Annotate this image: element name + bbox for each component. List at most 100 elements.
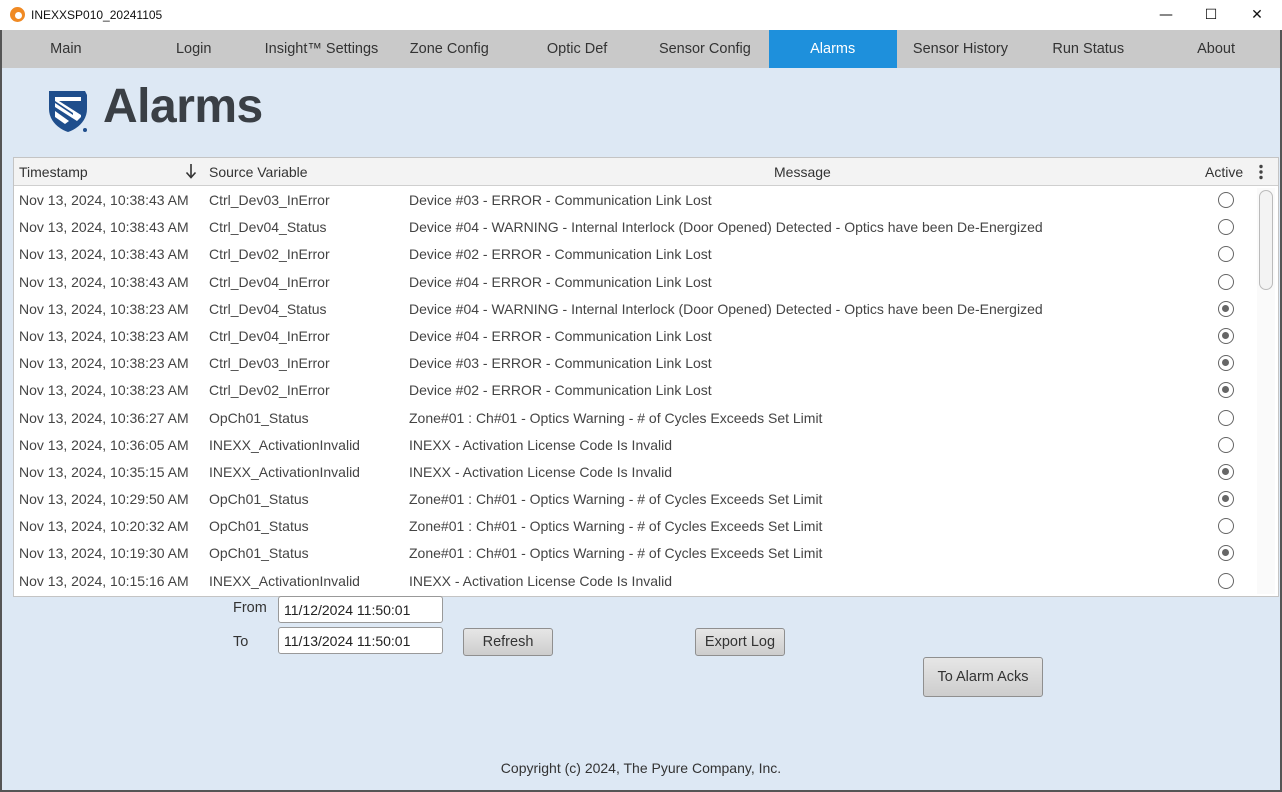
export-log-button[interactable]: Export Log — [695, 628, 785, 656]
active-radio-indicator — [1218, 219, 1234, 236]
message-cell: INEXX - Activation License Code Is Inval… — [409, 463, 673, 480]
message-cell: Zone#01 : Ch#01 - Optics Warning - # of … — [409, 545, 823, 562]
table-row[interactable]: Nov 13, 2024, 10:36:05 AM INEXX_Activatio… — [14, 431, 1256, 458]
active-radio-indicator — [1218, 491, 1234, 508]
alarms-table: Timestamp Source Variable Message Active… — [13, 157, 1279, 597]
timestamp-cell: Nov 13, 2024, 10:38:23 AM — [19, 382, 189, 399]
active-radio-indicator — [1218, 382, 1234, 399]
tab-about[interactable]: About — [1152, 30, 1280, 68]
source-variable-cell: Ctrl_Dev02_InError — [209, 246, 330, 263]
tab-login[interactable]: Login — [130, 30, 258, 68]
source-variable-cell: Ctrl_Dev04_Status — [209, 219, 327, 236]
refresh-button[interactable]: Refresh — [463, 628, 553, 656]
tab-bar: Main Login Insight™ Settings Zone Config… — [2, 30, 1280, 68]
source-variable-cell: INEXX_ActivationInvalid — [209, 572, 360, 589]
copyright-text: Copyright (c) 2024, The Pyure Company, I… — [500, 760, 782, 776]
source-variable-cell: OpCh01_Status — [209, 545, 309, 562]
tab-main[interactable]: Main — [2, 30, 130, 68]
message-cell: Zone#01 : Ch#01 - Optics Warning - # of … — [409, 518, 823, 535]
message-cell: Device #04 - ERROR - Communication Link … — [409, 273, 712, 290]
source-variable-cell: Ctrl_Dev04_Status — [209, 300, 327, 317]
message-cell: Device #04 - WARNING - Internal Interloc… — [409, 300, 1043, 317]
active-radio-indicator — [1218, 273, 1234, 290]
table-row[interactable]: Nov 13, 2024, 10:20:32 AM OpCh01_Status Zo… — [14, 512, 1256, 539]
column-menu-icon[interactable] — [1257, 164, 1265, 180]
tab-insight-settings[interactable]: Insight™ Settings — [258, 30, 386, 68]
sort-down-arrow-icon[interactable] — [184, 161, 198, 181]
timestamp-cell: Nov 13, 2024, 10:38:43 AM — [19, 192, 189, 208]
table-header: Timestamp Source Variable Message Active — [14, 158, 1278, 186]
active-radio-indicator — [1218, 545, 1234, 562]
message-cell: Device #02 - ERROR - Communication Link … — [409, 246, 712, 263]
to-alarm-acks-button[interactable]: To Alarm Acks — [923, 657, 1043, 697]
active-radio-indicator — [1218, 572, 1234, 589]
message-cell: Device #04 - WARNING - Internal Interloc… — [409, 219, 1043, 236]
table-row[interactable]: Nov 13, 2024, 10:38:43 AM Ctrl_Dev04_Stat… — [14, 213, 1256, 240]
column-header-message[interactable]: Message — [774, 164, 831, 180]
message-cell: Device #02 - ERROR - Communication Link … — [409, 382, 712, 399]
table-body: Nov 13, 2024, 10:38:43 AM Ctrl_Dev03_InEr… — [14, 186, 1256, 596]
message-cell: Device #04 - ERROR - Communication Link … — [409, 327, 712, 344]
source-variable-cell: OpCh01_Status — [209, 409, 309, 426]
active-radio-indicator — [1218, 246, 1234, 263]
timestamp-cell: Nov 13, 2024, 10:36:05 AM — [19, 436, 189, 453]
source-variable-cell: Ctrl_Dev03_InError — [209, 192, 330, 208]
active-radio-indicator — [1218, 192, 1234, 208]
tab-run-status[interactable]: Run Status — [1024, 30, 1152, 68]
active-radio-indicator — [1218, 518, 1234, 535]
source-variable-cell: OpCh01_Status — [209, 491, 309, 508]
from-date-input[interactable]: 11/12/2024 11:50:01 — [278, 596, 443, 623]
timestamp-cell: Nov 13, 2024, 10:38:23 AM — [19, 355, 189, 372]
column-header-timestamp[interactable]: Timestamp — [19, 164, 88, 180]
source-variable-cell: Ctrl_Dev03_InError — [209, 355, 330, 372]
table-scrollbar[interactable] — [1257, 188, 1275, 594]
source-variable-cell: Ctrl_Dev04_InError — [209, 273, 330, 290]
timestamp-cell: Nov 13, 2024, 10:29:50 AM — [19, 491, 189, 508]
tab-alarms[interactable]: Alarms — [768, 30, 897, 68]
minimize-button[interactable]: — — [1143, 0, 1189, 30]
message-cell: Device #03 - ERROR - Communication Link … — [409, 355, 712, 372]
active-radio-indicator — [1218, 436, 1234, 453]
table-row[interactable]: Nov 13, 2024, 10:36:27 AM OpCh01_Status Zo… — [14, 404, 1256, 431]
timestamp-cell: Nov 13, 2024, 10:36:27 AM — [19, 409, 189, 426]
to-date-input[interactable]: 11/13/2024 11:50:01 — [278, 627, 443, 654]
source-variable-cell: OpCh01_Status — [209, 518, 309, 535]
table-row[interactable]: Nov 13, 2024, 10:29:50 AM OpCh01_Status Zo… — [14, 485, 1256, 512]
from-label: From — [233, 600, 267, 616]
to-label: To — [233, 634, 249, 650]
message-cell: Zone#01 : Ch#01 - Optics Warning - # of … — [409, 491, 823, 508]
source-variable-cell: INEXX_ActivationInvalid — [209, 436, 360, 453]
source-variable-cell: Ctrl_Dev04_InError — [209, 327, 330, 344]
table-row[interactable]: Nov 13, 2024, 10:38:23 AM Ctrl_Dev04_InEr… — [14, 322, 1256, 349]
tab-sensor-history[interactable]: Sensor History — [897, 30, 1025, 68]
column-header-active[interactable]: Active — [1205, 164, 1243, 180]
source-variable-cell: INEXX_ActivationInvalid — [209, 463, 360, 480]
active-radio-indicator — [1218, 463, 1234, 480]
table-row[interactable]: Nov 13, 2024, 10:35:15 AM INEXX_Activatio… — [14, 458, 1256, 485]
table-row[interactable]: Nov 13, 2024, 10:38:23 AM Ctrl_Dev04_Stat… — [14, 295, 1256, 322]
maximize-button[interactable]: ☐ — [1188, 0, 1234, 30]
page-title: Alarms — [103, 80, 263, 133]
timestamp-cell: Nov 13, 2024, 10:38:43 AM — [19, 273, 189, 290]
scrollbar-thumb[interactable] — [1259, 190, 1273, 290]
table-row[interactable]: Nov 13, 2024, 10:38:43 AM Ctrl_Dev02_InEr… — [14, 240, 1256, 267]
title-bar: INEXXSP010_20241105 — ☐ ✕ — [0, 0, 1282, 30]
active-radio-indicator — [1218, 327, 1234, 344]
message-cell: INEXX - Activation License Code Is Inval… — [409, 436, 673, 453]
tab-optic-def[interactable]: Optic Def — [513, 30, 641, 68]
table-row[interactable]: Nov 13, 2024, 10:38:43 AM Ctrl_Dev04_InEr… — [14, 268, 1256, 295]
timestamp-cell: Nov 13, 2024, 10:38:23 AM — [19, 327, 189, 344]
shield-logo-icon — [49, 91, 87, 132]
table-row[interactable]: Nov 13, 2024, 10:38:23 AM Ctrl_Dev03_InEr… — [14, 349, 1256, 376]
close-button[interactable]: ✕ — [1234, 0, 1280, 30]
column-header-source[interactable]: Source Variable — [209, 164, 308, 180]
tab-zone-config[interactable]: Zone Config — [385, 30, 513, 68]
message-cell: Zone#01 : Ch#01 - Optics Warning - # of … — [409, 409, 823, 426]
window-title: INEXXSP010_20241105 — [31, 8, 163, 22]
table-row[interactable]: Nov 13, 2024, 10:38:23 AM Ctrl_Dev02_InEr… — [14, 376, 1256, 403]
table-row[interactable]: Nov 13, 2024, 10:19:30 AM OpCh01_Status Zo… — [14, 539, 1256, 566]
tab-sensor-config[interactable]: Sensor Config — [641, 30, 769, 68]
table-row[interactable]: Nov 13, 2024, 10:15:16 AM INEXX_Activatio… — [14, 567, 1256, 594]
app-frame: Main Login Insight™ Settings Zone Config… — [0, 30, 1282, 792]
table-row[interactable]: Nov 13, 2024, 10:38:43 AM Ctrl_Dev03_InEr… — [14, 186, 1256, 213]
